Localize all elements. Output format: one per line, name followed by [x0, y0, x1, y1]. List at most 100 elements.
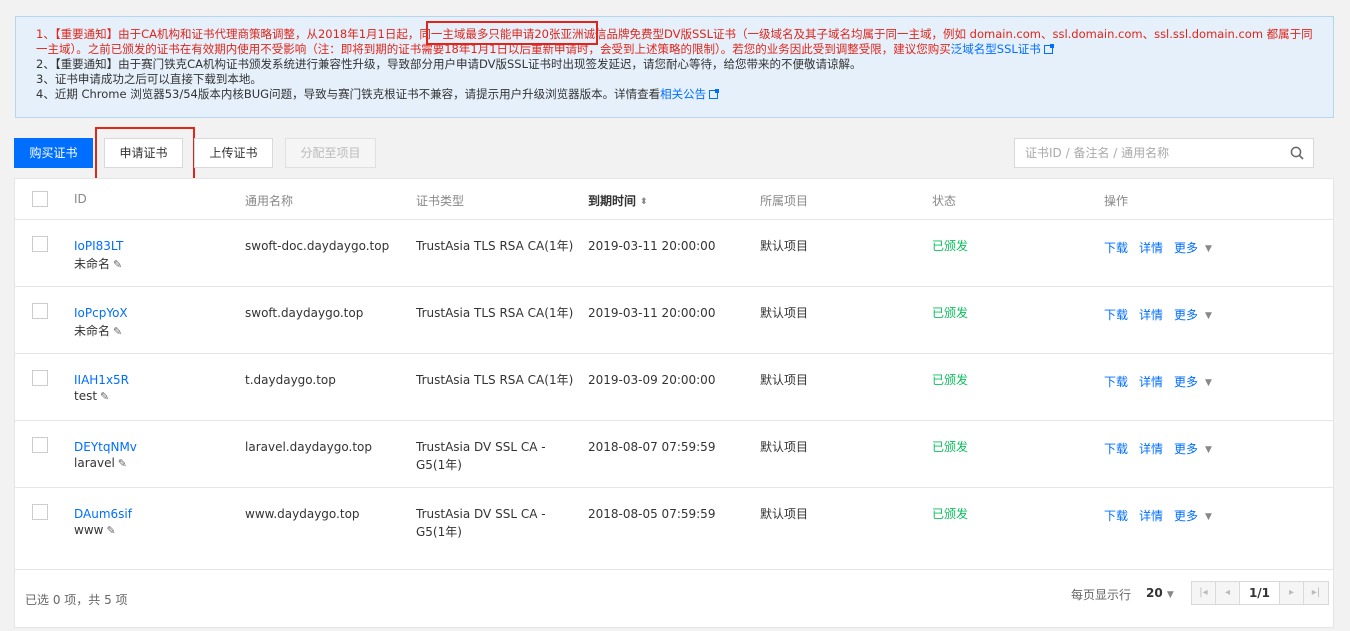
assign-to-project-button[interactable]: 分配至项目 [285, 138, 376, 168]
notice-line-1: 1、【重要通知】由于CA机构和证书代理商策略调整，从2018年1月1日起，同一主… [36, 27, 1313, 57]
cert-id-link[interactable]: IoPcpYoX [74, 304, 128, 322]
cert-common-name: laravel.daydaygo.top [245, 440, 372, 454]
cert-project: 默认项目 [760, 306, 809, 320]
apply-certificate-button[interactable]: 申请证书 [104, 138, 183, 168]
more-menu-link[interactable]: 更多 [1174, 509, 1198, 523]
notice-line-4: 4、近期 Chrome 浏览器53/54版本内核BUG问题，导致与赛门铁克根证书… [36, 87, 1313, 102]
search-icon[interactable] [1290, 146, 1304, 160]
row-checkbox[interactable] [32, 236, 48, 252]
cert-alias: 未命名 ✎ [74, 322, 122, 339]
table-header: ID 通用名称 证书类型 到期时间 ⬍ 所属项目 状态 操作 [15, 179, 1333, 220]
header-expiry-label: 到期时间 [588, 194, 637, 208]
edit-pencil-icon[interactable]: ✎ [100, 390, 109, 403]
cert-alias-text: 未命名 [74, 257, 111, 271]
notice-banner: 1、【重要通知】由于CA机构和证书代理商策略调整，从2018年1月1日起，同一主… [15, 16, 1334, 118]
wildcard-cert-link[interactable]: 泛域名型SSL证书 [951, 42, 1041, 56]
cert-type-line-2: G5(1年) [416, 458, 462, 472]
edit-pencil-icon[interactable]: ✎ [118, 457, 127, 470]
cert-id-link[interactable]: IIAH1x5R [74, 371, 129, 389]
header-expiry[interactable]: 到期时间 ⬍ [588, 192, 648, 209]
cert-type: TrustAsia TLS RSA CA(1年) [416, 237, 576, 255]
search-input[interactable] [1015, 139, 1275, 167]
chevron-down-icon[interactable]: ▼ [1205, 512, 1212, 522]
selection-info: 已选 0 项，共 5 项 [25, 593, 128, 607]
cert-alias-text: laravel [74, 456, 115, 470]
certificate-table: ID 通用名称 证书类型 到期时间 ⬍ 所属项目 状态 操作 IoPI83LT 未… [14, 178, 1334, 628]
cert-id-link[interactable]: DAum6sif [74, 505, 132, 523]
notice-line-2: 2、【重要通知】由于赛门铁克CA机构证书颁发系统进行兼容性升级，导致部分用户申请… [36, 57, 862, 71]
download-link[interactable]: 下载 [1104, 442, 1128, 456]
notice-line-1-text: 1、【重要通知】由于CA机构和证书代理商策略调整，从2018年1月1日起，同一主… [36, 27, 1313, 56]
status-badge: 已颁发 [932, 239, 969, 253]
cert-type: TrustAsia TLS RSA CA(1年) [416, 371, 576, 389]
table-row: DAum6sif www ✎ www.daydaygo.top TrustAsia… [15, 488, 1333, 570]
header-cert-type: 证书类型 [416, 194, 465, 208]
sort-icon[interactable]: ⬍ [640, 197, 648, 207]
table-row: IoPcpYoX 未命名 ✎ swoft.daydaygo.top TrustAs… [15, 287, 1333, 354]
related-announcement-link[interactable]: 相关公告 [660, 87, 706, 101]
row-checkbox[interactable] [32, 303, 48, 319]
cert-id-link[interactable]: DEYtqNMv [74, 438, 137, 456]
cert-type-line-1: TrustAsia DV SSL CA - [416, 507, 546, 521]
more-menu-link[interactable]: 更多 [1174, 375, 1198, 389]
cert-alias-text: 未命名 [74, 324, 111, 338]
row-checkbox[interactable] [32, 370, 48, 386]
more-menu-link[interactable]: 更多 [1174, 241, 1198, 255]
edit-pencil-icon[interactable]: ✎ [113, 258, 122, 271]
more-menu-link[interactable]: 更多 [1174, 442, 1198, 456]
chevron-down-icon[interactable]: ▼ [1205, 445, 1212, 455]
edit-pencil-icon[interactable]: ✎ [106, 524, 115, 537]
cert-id-link[interactable]: IoPI83LT [74, 237, 123, 255]
chevron-down-icon[interactable]: ▼ [1205, 311, 1212, 321]
external-link-icon [1043, 44, 1054, 54]
prev-page-icon[interactable]: ◂ [1216, 582, 1240, 604]
cert-expiry: 2018-08-07 07:59:59 [588, 440, 716, 454]
details-link[interactable]: 详情 [1139, 442, 1163, 456]
row-actions: 下载 详情 更多 ▼ [1104, 507, 1212, 524]
next-page-icon[interactable]: ▸ [1280, 582, 1304, 604]
table-row: IoPI83LT 未命名 ✎ swoft-doc.daydaygo.top Tru… [15, 220, 1333, 287]
upload-certificate-button[interactable]: 上传证书 [194, 138, 273, 168]
pagination: |◂ ◂ 1/1 ▸ ▸| [1191, 581, 1329, 605]
cert-alias-text: test [74, 389, 98, 403]
chevron-down-icon: ▼ [1166, 590, 1174, 600]
header-project: 所属项目 [760, 194, 809, 208]
download-link[interactable]: 下载 [1104, 241, 1128, 255]
row-actions: 下载 详情 更多 ▼ [1104, 373, 1212, 390]
status-badge: 已颁发 [932, 507, 969, 521]
header-actions: 操作 [1104, 194, 1129, 208]
download-link[interactable]: 下载 [1104, 375, 1128, 389]
buy-certificate-button[interactable]: 购买证书 [14, 138, 93, 168]
first-page-icon[interactable]: |◂ [1192, 582, 1216, 604]
cert-type-line-2: G5(1年) [416, 525, 462, 539]
search-box [1014, 138, 1314, 168]
details-link[interactable]: 详情 [1139, 509, 1163, 523]
row-actions: 下载 详情 更多 ▼ [1104, 239, 1212, 256]
row-checkbox[interactable] [32, 437, 48, 453]
cert-project: 默认项目 [760, 507, 809, 521]
details-link[interactable]: 详情 [1139, 241, 1163, 255]
edit-pencil-icon[interactable]: ✎ [113, 325, 122, 338]
download-link[interactable]: 下载 [1104, 509, 1128, 523]
cert-type: TrustAsia DV SSL CA - G5(1年) [416, 438, 576, 474]
download-link[interactable]: 下载 [1104, 308, 1128, 322]
cert-project: 默认项目 [760, 239, 809, 253]
details-link[interactable]: 详情 [1139, 375, 1163, 389]
per-page-select[interactable]: 20 ▼ [1146, 586, 1174, 600]
details-link[interactable]: 详情 [1139, 308, 1163, 322]
cert-project: 默认项目 [760, 440, 809, 454]
row-checkbox[interactable] [32, 504, 48, 520]
row-actions: 下载 详情 更多 ▼ [1104, 440, 1212, 457]
cert-common-name: t.daydaygo.top [245, 373, 336, 387]
cert-type: TrustAsia DV SSL CA - G5(1年) [416, 505, 576, 541]
chevron-down-icon[interactable]: ▼ [1205, 244, 1212, 254]
select-all-checkbox[interactable] [32, 191, 48, 207]
last-page-icon[interactable]: ▸| [1304, 582, 1328, 604]
chevron-down-icon[interactable]: ▼ [1205, 378, 1212, 388]
more-menu-link[interactable]: 更多 [1174, 308, 1198, 322]
notice-line-3: 3、证书申请成功之后可以直接下载到本地。 [36, 72, 262, 86]
cert-type-line-1: TrustAsia TLS RSA CA(1年) [416, 239, 574, 253]
status-badge: 已颁发 [932, 440, 969, 454]
header-common-name: 通用名称 [245, 194, 294, 208]
external-link-icon [709, 89, 720, 99]
